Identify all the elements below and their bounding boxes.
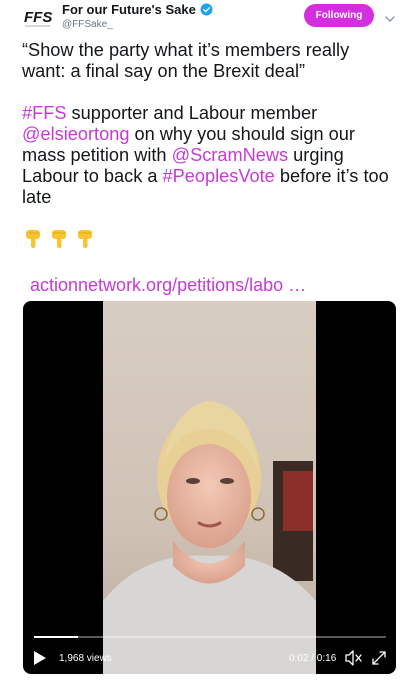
display-name[interactable]: For our Future's Sake [62,2,196,17]
video-progress-bar[interactable] [34,636,386,638]
verified-badge-icon [200,3,213,16]
following-button[interactable]: Following [304,4,374,27]
pointing-down-hand-icon [52,230,66,248]
tweet-body: “Show the party what it’s members really… [22,40,397,208]
video-progress-fill [34,636,78,638]
video-frame[interactable] [103,301,316,674]
tweet-text-a: supporter and Labour member [66,103,318,123]
pointing-down-hand-icon [78,230,92,248]
account-handle[interactable]: @FFSake_ [62,19,113,30]
fullscreen-expand-icon[interactable] [371,650,387,666]
svg-text:FFS: FFS [24,9,52,26]
view-count: 1,968 views [59,653,112,664]
video-time: 0:02 / 0:16 [289,653,337,664]
play-icon[interactable] [34,651,46,665]
name-row: For our Future's Sake [62,2,213,17]
account-avatar[interactable]: FFS [22,7,56,29]
hashtag-peoplesvote[interactable]: #PeoplesVote [163,166,275,186]
hashtag-ffs[interactable]: #FFS [22,103,66,123]
emoji-row [23,228,97,250]
mention-scramnews[interactable]: @ScramNews [172,145,289,165]
video-thumbnail [103,301,316,674]
pointing-down-hand-icon [26,230,40,248]
tweet-paragraph: #FFS supporter and Labour member @elsieo… [22,103,397,208]
tweet-header: FFS For our Future's Sake @FFSake_ Follo… [0,0,414,36]
chevron-down-icon[interactable] [385,10,395,22]
video-controls: 1,968 views 0:02 / 0:16 [23,646,396,672]
muted-speaker-icon[interactable] [345,650,363,666]
video-player[interactable]: 1,968 views 0:02 / 0:16 [23,301,396,674]
tweet-quote: “Show the party what it’s members really… [22,40,350,81]
petition-link[interactable]: actionnetwork.org/petitions/labo … [30,275,306,296]
ffs-logo-icon: FFS [24,9,52,27]
mention-elsieortong[interactable]: @elsieortong [22,124,129,144]
